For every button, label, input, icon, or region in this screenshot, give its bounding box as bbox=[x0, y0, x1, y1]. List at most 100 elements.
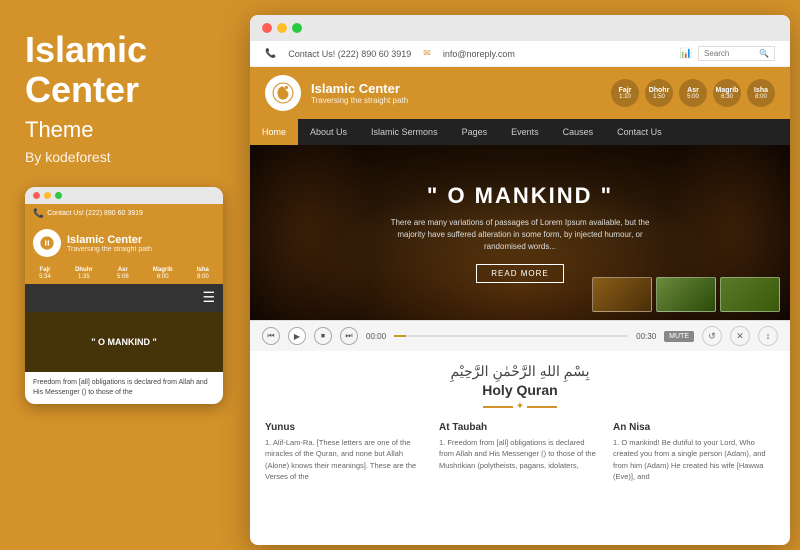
mobile-nav[interactable]: ☰ bbox=[25, 284, 223, 312]
holy-quran-title: Holy Quran bbox=[265, 382, 775, 398]
mobile-chrome bbox=[25, 187, 223, 204]
col-annisa-text: 1. O mankind! Be dutiful to your Lord, W… bbox=[613, 437, 775, 482]
col-attaubah-text: 1. Freedom from [all] obligations is dec… bbox=[439, 437, 601, 471]
nav-causes[interactable]: Causes bbox=[551, 119, 606, 145]
mobile-site-title: Islamic Center bbox=[67, 234, 152, 246]
nav-contact[interactable]: Contact Us bbox=[605, 119, 674, 145]
column-attaubah: At Taubah 1. Freedom from [all] obligati… bbox=[439, 422, 601, 482]
prayer-isha: Isha8:00 bbox=[747, 79, 775, 107]
hamburger-icon: ☰ bbox=[202, 289, 215, 305]
hero-thumb-1 bbox=[592, 277, 652, 312]
browser-dot-green[interactable] bbox=[292, 23, 302, 33]
player-icon-1[interactable]: ↺ bbox=[702, 326, 722, 346]
site-header-left: Islamic Center Traversing the straight p… bbox=[265, 75, 408, 111]
site-main: بِسْمِ اللهِ الرَّحْمٰنِ الرَّحِيْمِ Hol… bbox=[250, 351, 790, 494]
site-name: Islamic Center bbox=[311, 81, 408, 96]
topbar-email: info@noreply.com bbox=[443, 49, 515, 59]
underline-left bbox=[483, 406, 513, 408]
arabic-text: بِسْمِ اللهِ الرَّحْمٰنِ الرَّحِيْمِ bbox=[265, 363, 775, 380]
player-progress bbox=[394, 335, 406, 337]
hero-content: " O MANKIND " There are many variations … bbox=[340, 183, 700, 283]
player-icon-2[interactable]: ✕ bbox=[730, 326, 750, 346]
topbar-chart-icon: 📊 bbox=[680, 48, 692, 59]
mobile-content: Freedom from [all] obligations is declar… bbox=[25, 372, 223, 404]
hero-thumb-3 bbox=[720, 277, 780, 312]
read-more-button[interactable]: READ MORE bbox=[476, 264, 563, 283]
col-annisa-title: An Nisa bbox=[613, 422, 775, 433]
mobile-prayer-dhuhr: Dhuhr1:35 bbox=[75, 267, 93, 280]
browser-dot-red[interactable] bbox=[262, 23, 272, 33]
hero-thumbnails bbox=[592, 277, 780, 312]
phone-icon: 📞 bbox=[33, 208, 44, 219]
mobile-preview: 📞 Contact Us! (222) 890 60 3919 Islamic … bbox=[25, 187, 223, 404]
prayer-times-header: Fajr1:10 Dhohr1:50 Asr5:00 Magrib6:30 Is… bbox=[611, 79, 775, 107]
star-icon: ✦ bbox=[516, 401, 524, 412]
browser-window: 📞 Contact Us! (222) 890 60 3919 ✉ info@n… bbox=[250, 15, 790, 545]
search-box[interactable]: 🔍 bbox=[698, 46, 775, 61]
nav-pages[interactable]: Pages bbox=[450, 119, 500, 145]
nav-events[interactable]: Events bbox=[499, 119, 551, 145]
hero-quote: " O MANKIND " bbox=[380, 183, 660, 209]
theme-subtitle: Theme bbox=[25, 117, 223, 143]
col-attaubah-title: At Taubah bbox=[439, 422, 601, 433]
topbar-email-icon: ✉ bbox=[423, 48, 431, 59]
play-button[interactable]: ▶ bbox=[288, 327, 306, 345]
topbar-right: 📊 🔍 bbox=[680, 46, 775, 61]
search-input[interactable] bbox=[704, 49, 759, 58]
left-panel: IslamicCenter Theme By kodeforest 📞 Cont… bbox=[0, 0, 248, 550]
prev-button[interactable]: ⏮ bbox=[262, 327, 280, 345]
site-nav: Home About Us Islamic Sermons Pages Even… bbox=[250, 119, 790, 145]
prayer-asr: Asr5:00 bbox=[679, 79, 707, 107]
mobile-prayer-times: Fajr5:34 Dhuhr1:35 Asr5:06 Magrib6:00 Is… bbox=[25, 263, 223, 284]
next-button[interactable]: ⏭ bbox=[340, 327, 358, 345]
orange-underline: ✦ bbox=[265, 401, 775, 412]
search-icon: 🔍 bbox=[759, 49, 769, 58]
site-header: Islamic Center Traversing the straight p… bbox=[250, 67, 790, 119]
site-hero: " O MANKIND " There are many variations … bbox=[250, 145, 790, 320]
player-icon-3[interactable]: ↕ bbox=[758, 326, 778, 346]
theme-author: By kodeforest bbox=[25, 149, 223, 165]
mute-button[interactable]: MUTE bbox=[664, 331, 694, 342]
theme-title: IslamicCenter bbox=[25, 30, 223, 109]
mobile-dot-yellow bbox=[44, 192, 51, 199]
mobile-prayer-fajr: Fajr5:34 bbox=[39, 267, 51, 280]
column-yunus: Yunus 1. Alif-Lam-Ra. [These letters are… bbox=[265, 422, 427, 482]
prayer-dhohr: Dhohr1:50 bbox=[645, 79, 673, 107]
mobile-logo bbox=[33, 229, 61, 257]
prayer-magrib: Magrib6:30 bbox=[713, 79, 741, 107]
stop-button[interactable]: ⏹ bbox=[314, 327, 332, 345]
mobile-dot-red bbox=[33, 192, 40, 199]
nav-sermons[interactable]: Islamic Sermons bbox=[359, 119, 450, 145]
player-track[interactable] bbox=[394, 335, 628, 337]
col-yunus-text: 1. Alif-Lam-Ra. [These letters are one o… bbox=[265, 437, 427, 482]
hero-description: There are many variations of passages of… bbox=[380, 217, 660, 253]
nav-about[interactable]: About Us bbox=[298, 119, 359, 145]
mobile-header-text: Islamic Center Traversing the straight p… bbox=[67, 234, 152, 253]
col-yunus-title: Yunus bbox=[265, 422, 427, 433]
underline-right bbox=[527, 406, 557, 408]
mobile-hero-text: " O MANKIND " bbox=[91, 337, 157, 347]
mobile-dot-green bbox=[55, 192, 62, 199]
mobile-hero: " O MANKIND " bbox=[25, 312, 223, 372]
player-time-start: 00:00 bbox=[366, 332, 386, 341]
prayer-fajr: Fajr1:10 bbox=[611, 79, 639, 107]
mobile-site-tagline: Traversing the straight path bbox=[67, 246, 152, 253]
mobile-hero-quote: " O MANKIND " bbox=[91, 337, 157, 347]
site-logo-circle bbox=[265, 75, 301, 111]
mobile-prayer-magrib: Magrib6:00 bbox=[153, 267, 173, 280]
audio-player: ⏮ ▶ ⏹ ⏭ 00:00 00:30 MUTE ↺ ✕ ↕ bbox=[250, 320, 790, 351]
mobile-contact-text: Contact Us! (222) 890 60 3919 bbox=[47, 210, 143, 217]
topbar-contact: Contact Us! (222) 890 60 3919 bbox=[288, 49, 411, 59]
nav-home[interactable]: Home bbox=[250, 119, 298, 145]
hero-thumb-2 bbox=[656, 277, 716, 312]
browser-dot-yellow[interactable] bbox=[277, 23, 287, 33]
browser-chrome bbox=[250, 15, 790, 41]
topbar-phone-icon: 📞 bbox=[265, 48, 276, 59]
holy-quran-header: بِسْمِ اللهِ الرَّحْمٰنِ الرَّحِيْمِ Hol… bbox=[265, 363, 775, 412]
player-time-end: 00:30 bbox=[636, 332, 656, 341]
site-tagline: Traversing the straight path bbox=[311, 96, 408, 105]
content-columns: Yunus 1. Alif-Lam-Ra. [These letters are… bbox=[265, 422, 775, 482]
mobile-header: Islamic Center Traversing the straight p… bbox=[25, 223, 223, 263]
site-title-text: Islamic Center Traversing the straight p… bbox=[311, 81, 408, 105]
column-annisa: An Nisa 1. O mankind! Be dutiful to your… bbox=[613, 422, 775, 482]
